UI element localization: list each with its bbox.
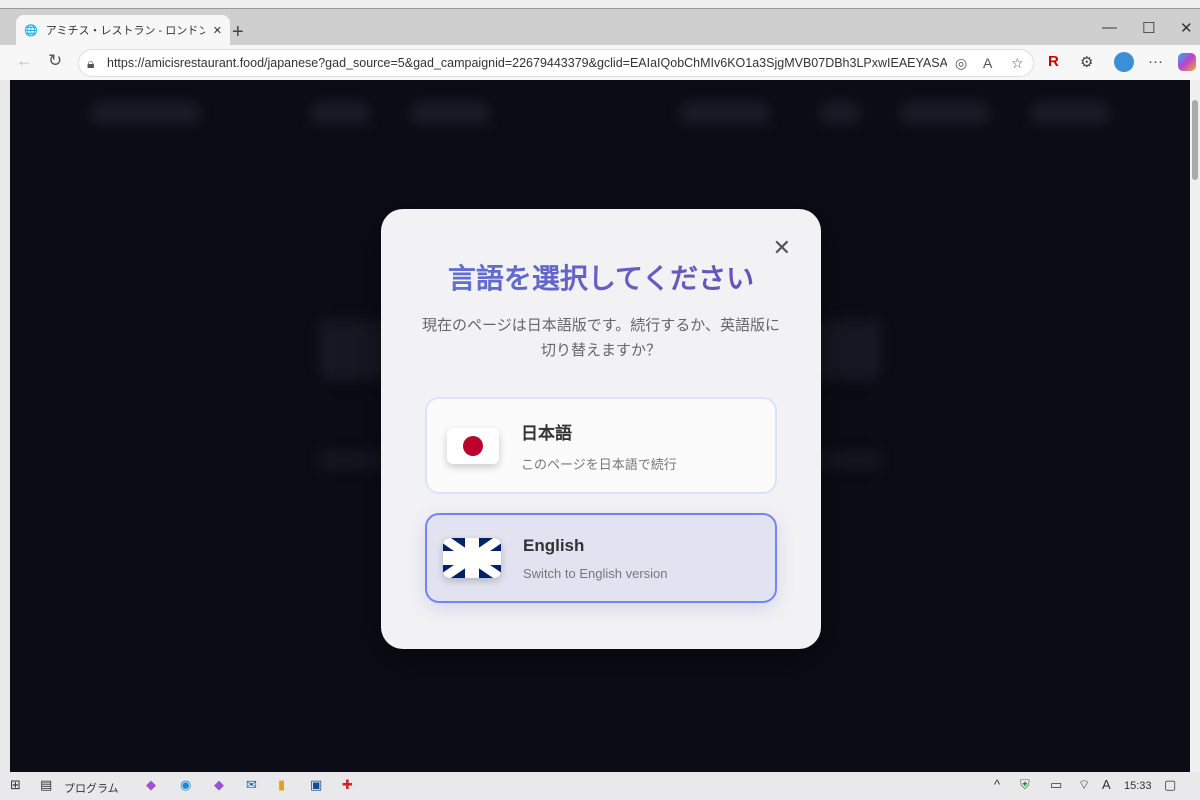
ime-indicator[interactable]: A [1102,777,1111,792]
extensions-icon[interactable]: ⚙ [1080,53,1093,71]
tracking-prevention-icon[interactable]: ◎ [955,55,967,72]
tray-chevron-icon[interactable]: ^ [994,777,1000,792]
notifications-icon[interactable]: ▢ [1164,777,1176,793]
windows-start-icon[interactable]: ⊞ [10,777,21,793]
option-desc: Switch to English version [523,565,668,581]
modal-title: 言語を選択してください [381,257,821,297]
refresh-button[interactable]: ↻ [48,51,62,71]
security-icon[interactable]: ⛨ [1020,777,1030,793]
option-desc: このページを日本語で続行 [521,456,677,472]
copilot-app-icon-2[interactable]: ◆ [214,777,224,793]
uk-flag-icon [443,538,501,578]
app-icon[interactable]: ✚ [342,777,353,793]
copilot-icon[interactable] [1178,53,1196,71]
english-option-button[interactable]: English Switch to English version [425,513,777,603]
file-explorer-icon[interactable]: ▮ [278,777,285,793]
option-name: English [523,535,585,555]
outlook-icon[interactable]: ✉ [246,777,257,793]
url-text[interactable]: https://amicisrestaurant.food/japanese?g… [107,56,947,70]
language-select-modal: ✕ 言語を選択してください 現在のページは日本語版です。続行するか、英語版に切り… [381,209,821,649]
address-bar[interactable]: 🔒︎ https://amicisrestaurant.food/japanes… [78,49,1034,77]
task-view-icon[interactable]: ▤ [40,777,52,793]
top-strip [0,0,1200,9]
favorite-star-icon[interactable]: ☆ [1011,55,1024,72]
edge-icon[interactable]: ◉ [180,777,191,793]
network-icon[interactable]: ⌔ [1078,777,1090,793]
maximize-button[interactable]: ☐ [1142,19,1155,37]
back-button[interactable]: ← [16,51,33,71]
more-menu-icon[interactable]: ··· [1148,53,1163,70]
battery-icon[interactable]: ▭ [1050,777,1062,793]
tab-title: アミチス・レストラン - ロンドン・東京の日 [45,25,205,37]
tab-bar: 🌐 アミチス・レストラン - ロンドン・東京の日 ✕ + — ☐ ✕ [0,9,1200,45]
close-window-button[interactable]: ✕ [1180,19,1193,37]
option-name: 日本語 [521,423,572,443]
rakuten-extension-icon[interactable]: R [1048,53,1059,70]
modal-subtitle: 現在のページは日本語版です。続行するか、英語版に切り替えますか？ [422,317,780,359]
programs-toolbar[interactable]: プログラム [64,780,119,796]
japan-flag-icon [447,427,499,464]
copilot-app-icon[interactable]: ◆ [146,777,156,793]
profile-avatar[interactable] [1114,52,1134,72]
taskbar: ⊞ ▤ プログラム ◆ ◉ ◆ ✉ ▮ ▣ ✚ ^ ⛨ ▭ ⌔ A 15:33 … [0,772,1200,800]
read-aloud-icon[interactable]: A [983,55,992,71]
browser-tab[interactable]: 🌐 アミチス・レストラン - ロンドン・東京の日 ✕ [16,15,230,45]
japanese-option-button[interactable]: 日本語 このページを日本語で続行 [425,397,777,494]
tab-close-icon[interactable]: ✕ [213,24,222,37]
globe-icon: 🌐 [24,24,38,37]
page-scrollbar[interactable] [1190,80,1200,772]
browser-toolbar: ← ↻ 🔒︎ https://amicisrestaurant.food/jap… [0,45,1200,80]
store-icon[interactable]: ▣ [310,777,322,793]
lock-icon[interactable]: 🔒︎ [87,55,94,72]
minimize-button[interactable]: — [1102,19,1117,36]
clock[interactable]: 15:33 [1124,780,1152,792]
new-tab-button[interactable]: + [232,21,244,44]
